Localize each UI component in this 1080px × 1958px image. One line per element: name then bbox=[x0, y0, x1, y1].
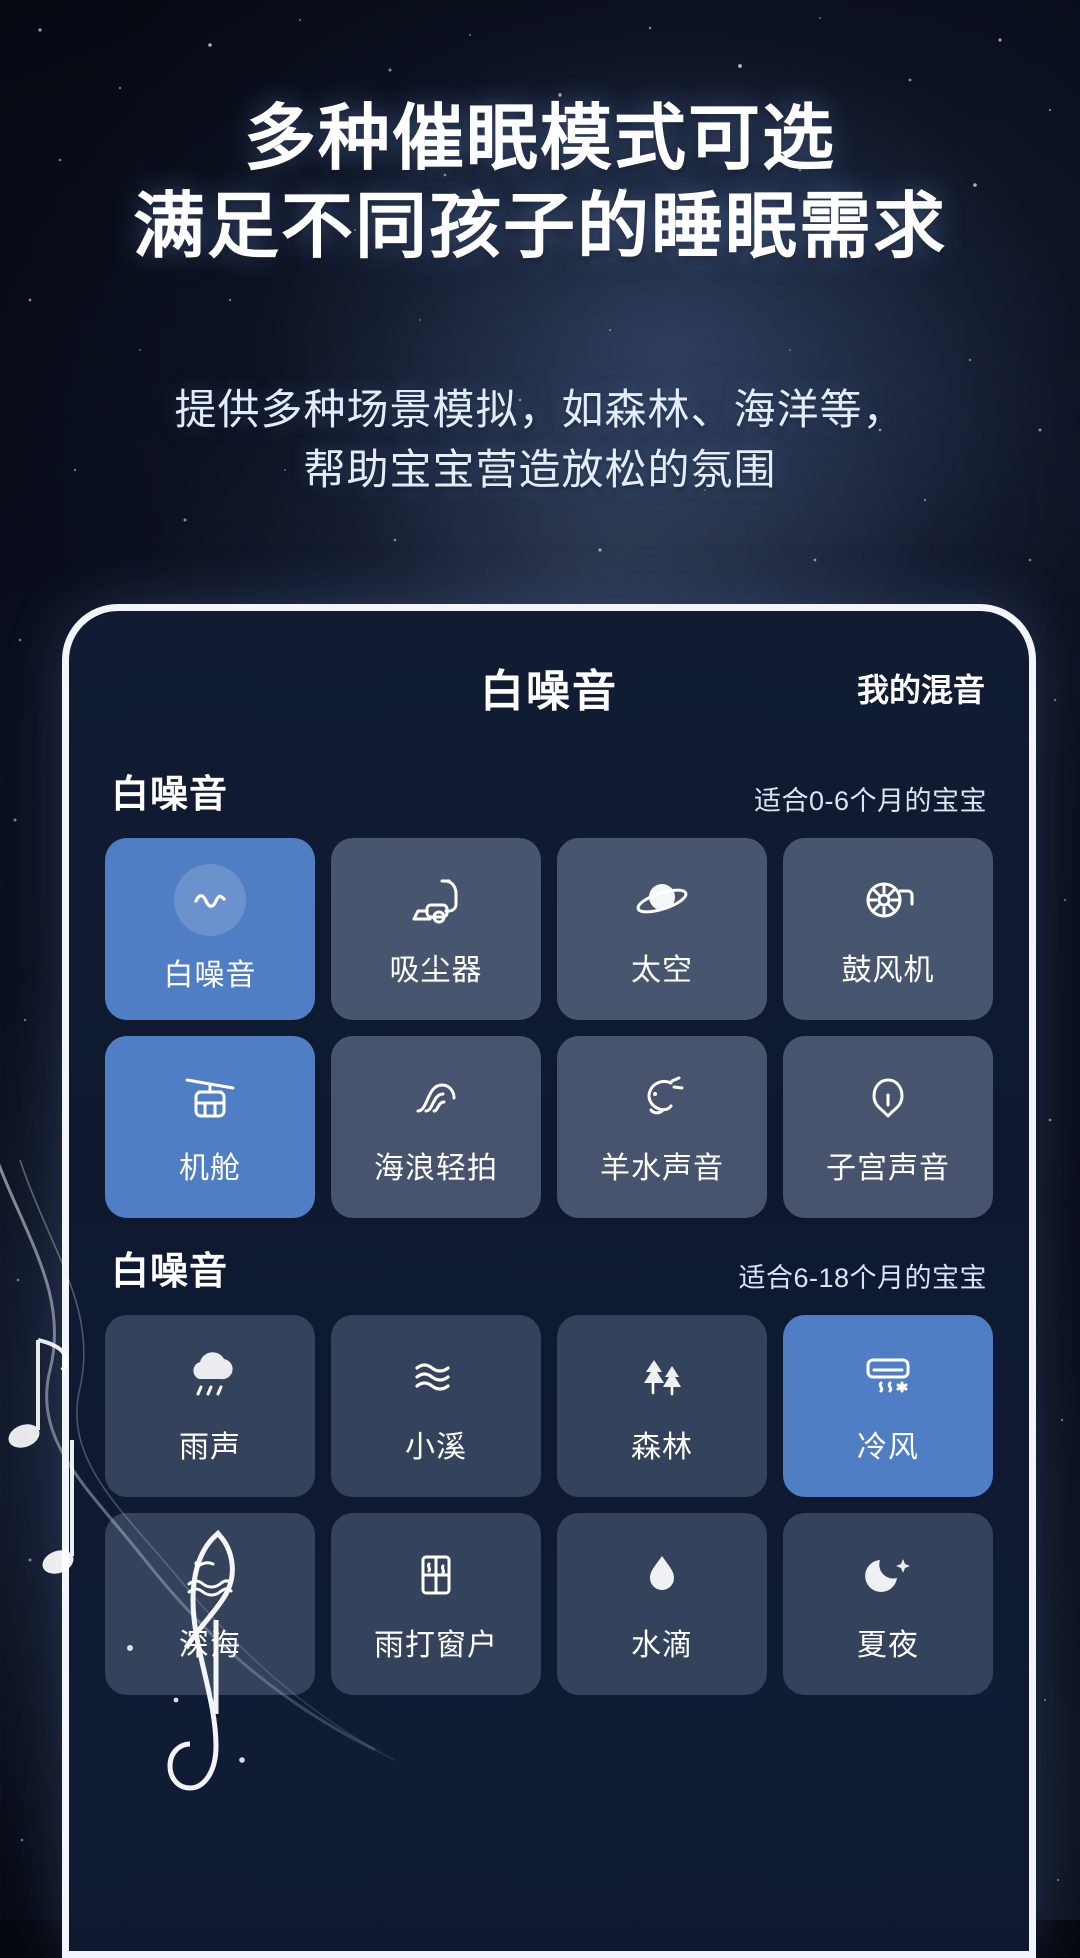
air-conditioner-icon bbox=[857, 1346, 919, 1408]
tile-label: 雨打窗户 bbox=[374, 1629, 498, 1662]
section-header-0: 白噪音 适合0-6个月的宝宝 bbox=[105, 763, 993, 818]
sound-tile-cabin[interactable]: 机舱 bbox=[105, 1036, 315, 1218]
tile-label: 深海 bbox=[179, 1629, 241, 1662]
rain-cloud-icon bbox=[179, 1346, 241, 1408]
sound-tile-rain-window[interactable]: 雨打窗户 bbox=[331, 1513, 541, 1695]
tile-label: 小溪 bbox=[405, 1431, 467, 1464]
planet-icon bbox=[631, 869, 693, 931]
sound-tile-rain[interactable]: 雨声 bbox=[105, 1315, 315, 1497]
sound-tile-deep-sea[interactable]: 深海 bbox=[105, 1513, 315, 1695]
sound-tile-waves[interactable]: 海浪轻拍 bbox=[331, 1036, 541, 1218]
sound-tile-vacuum[interactable]: 吸尘器 bbox=[331, 838, 541, 1020]
sound-grid-1: 雨声 小溪 森林 冷风 深海 雨打窗户 水滴 夏夜 bbox=[105, 1315, 993, 1695]
promo-subline: 提供多种场景模拟，如森林、海洋等， 帮助宝宝营造放松的氛围 bbox=[0, 380, 1080, 499]
tile-label: 太空 bbox=[631, 954, 693, 987]
tile-label: 海浪轻拍 bbox=[374, 1152, 498, 1185]
sound-tile-stream[interactable]: 小溪 bbox=[331, 1315, 541, 1497]
tile-label: 子宫声音 bbox=[826, 1152, 950, 1185]
tile-label: 冷风 bbox=[857, 1431, 919, 1464]
vacuum-icon bbox=[405, 869, 467, 931]
section-title: 白噪音 bbox=[111, 1251, 229, 1293]
app-header: 白噪音 我的混音 bbox=[105, 611, 993, 741]
tab-white-noise[interactable]: 白噪音 bbox=[480, 655, 618, 719]
sound-tile-womb[interactable]: 子宫声音 bbox=[783, 1036, 993, 1218]
section-note: 适合0-6个月的宝宝 bbox=[753, 786, 987, 816]
tile-label: 白噪音 bbox=[163, 959, 257, 992]
section-header-1: 白噪音 适合6-18个月的宝宝 bbox=[105, 1240, 993, 1295]
sound-tile-space[interactable]: 太空 bbox=[557, 838, 767, 1020]
promo-headline: 多种催眠模式可选 满足不同孩子的睡眠需求 bbox=[0, 96, 1080, 272]
sound-tile-water-drop[interactable]: 水滴 bbox=[557, 1513, 767, 1695]
tile-label: 羊水声音 bbox=[600, 1152, 724, 1185]
rain-window-icon bbox=[405, 1544, 467, 1606]
section-title: 白噪音 bbox=[111, 774, 229, 816]
sound-tile-white-noise[interactable]: 白噪音 bbox=[105, 838, 315, 1020]
blower-icon bbox=[857, 869, 919, 931]
stream-icon bbox=[405, 1346, 467, 1408]
tile-label: 吸尘器 bbox=[389, 954, 483, 987]
tab-my-mix[interactable]: 我的混音 bbox=[857, 665, 985, 711]
sound-tile-summer-night[interactable]: 夏夜 bbox=[783, 1513, 993, 1695]
sound-tile-forest[interactable]: 森林 bbox=[557, 1315, 767, 1497]
womb-icon bbox=[857, 1067, 919, 1129]
forest-icon bbox=[631, 1346, 693, 1408]
headline-line-1: 多种催眠模式可选 bbox=[243, 99, 836, 179]
sound-tile-amniotic[interactable]: 羊水声音 bbox=[557, 1036, 767, 1218]
water-drop-icon bbox=[631, 1544, 693, 1606]
sound-grid-0: 白噪音 吸尘器 太空 鼓风机 机舱 海浪轻拍 羊水声音 子宫声音 bbox=[105, 838, 993, 1218]
headline-line-2: 满足不同孩子的睡眠需求 bbox=[132, 186, 947, 267]
wave-icon bbox=[405, 1067, 467, 1129]
tile-label: 夏夜 bbox=[857, 1629, 919, 1662]
wave-circle-icon bbox=[174, 864, 246, 936]
tile-label: 森林 bbox=[631, 1431, 693, 1464]
tile-label: 水滴 bbox=[631, 1629, 693, 1662]
summer-night-icon bbox=[857, 1544, 919, 1606]
section-note: 适合6-18个月的宝宝 bbox=[738, 1263, 987, 1293]
sound-tile-blower[interactable]: 鼓风机 bbox=[783, 838, 993, 1020]
cabin-icon bbox=[179, 1067, 241, 1129]
subline-line-2: 帮助宝宝营造放松的氛围 bbox=[303, 445, 777, 493]
sound-tile-cold-wind[interactable]: 冷风 bbox=[783, 1315, 993, 1497]
tile-label: 雨声 bbox=[179, 1431, 241, 1464]
subline-line-1: 提供多种场景模拟，如森林、海洋等， bbox=[174, 386, 906, 433]
fetus-icon bbox=[631, 1067, 693, 1129]
tile-label: 鼓风机 bbox=[841, 954, 935, 987]
deep-sea-icon bbox=[179, 1544, 241, 1606]
tile-label: 机舱 bbox=[179, 1152, 241, 1185]
phone-mockup: 白噪音 我的混音 白噪音 适合0-6个月的宝宝 白噪音 吸尘器 太空 鼓风机 机… bbox=[62, 604, 1036, 1958]
